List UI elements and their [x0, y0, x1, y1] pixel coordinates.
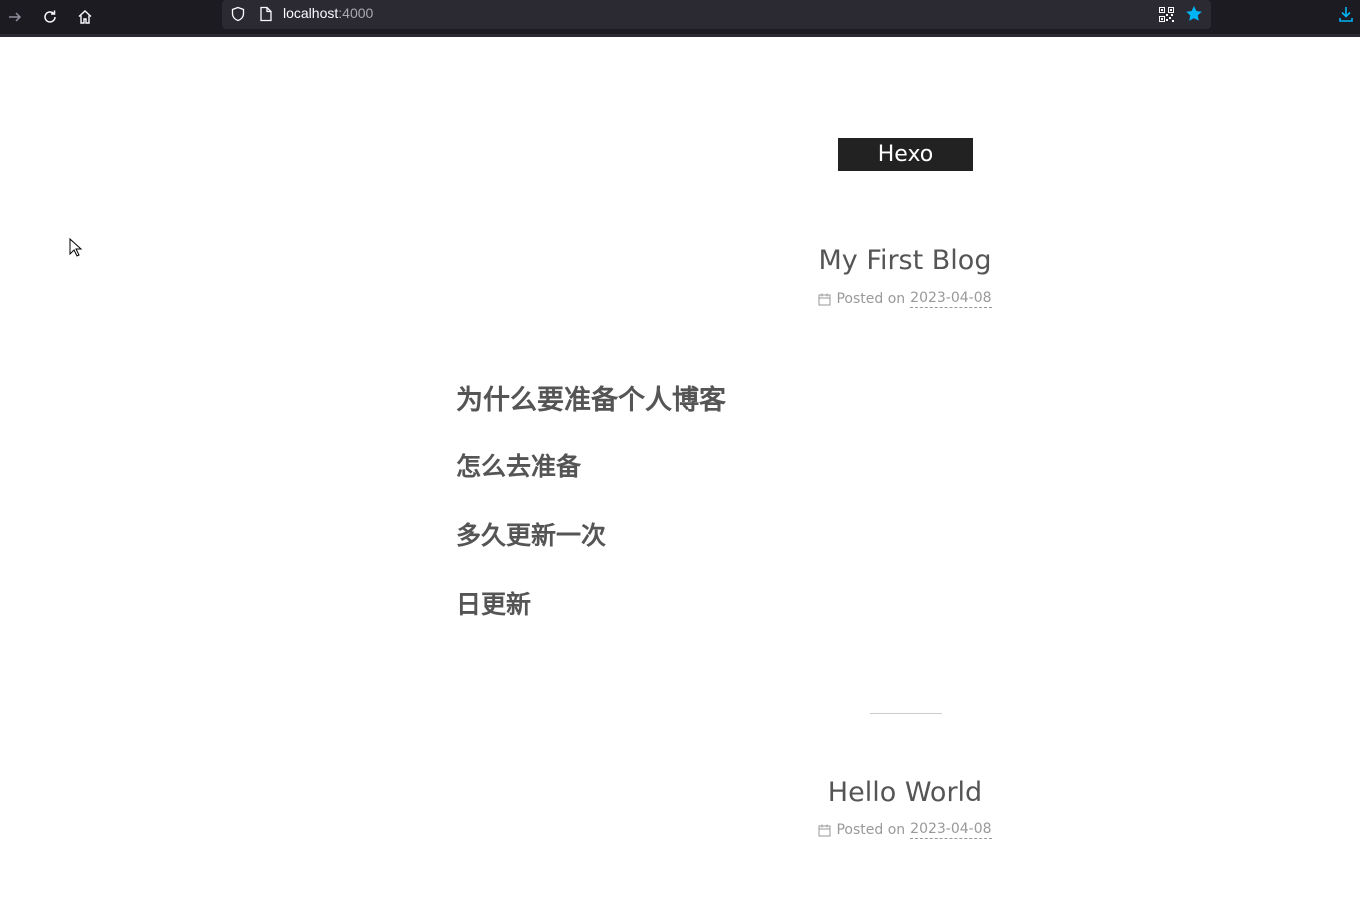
posted-on-label: Posted on [836, 822, 906, 838]
home-icon[interactable] [72, 4, 98, 30]
bookmark-star-icon[interactable] [1185, 5, 1203, 23]
post-heading: 怎么去准备 [456, 452, 582, 481]
calendar-icon [818, 293, 831, 305]
post-heading: 日更新 [456, 590, 532, 619]
shield-icon[interactable] [230, 6, 246, 22]
post-title-link[interactable]: My First Blog [705, 245, 1105, 276]
reload-icon[interactable] [37, 4, 63, 30]
qr-code-icon[interactable] [1159, 7, 1174, 22]
url-port: :4000 [338, 5, 374, 21]
post-divider [870, 713, 942, 714]
url-bar[interactable]: localhost:4000 [222, 0, 1211, 29]
posted-on-label: Posted on [836, 291, 906, 307]
url-text[interactable]: localhost:4000 [283, 5, 373, 21]
post-heading: 多久更新一次 [456, 521, 607, 550]
post-date-link[interactable]: 2023-04-08 [910, 821, 992, 839]
post-date-link[interactable]: 2023-04-08 [910, 290, 992, 308]
post-heading: 为什么要准备个人博客 [456, 385, 726, 416]
post-meta: Posted on 2023-04-08 [705, 290, 1105, 308]
post-meta: Posted on 2023-04-08 [705, 821, 1105, 839]
calendar-icon [818, 824, 831, 836]
browser-toolbar: localhost:4000 [0, 0, 1360, 37]
download-icon[interactable] [1337, 5, 1355, 23]
page-icon [260, 6, 272, 22]
forward-icon[interactable] [2, 4, 28, 30]
post-title-link[interactable]: Hello World [705, 777, 1105, 808]
site-brand-link[interactable]: Hexo [838, 138, 973, 171]
url-host: localhost [283, 5, 339, 21]
mouse-cursor-icon [69, 238, 83, 257]
